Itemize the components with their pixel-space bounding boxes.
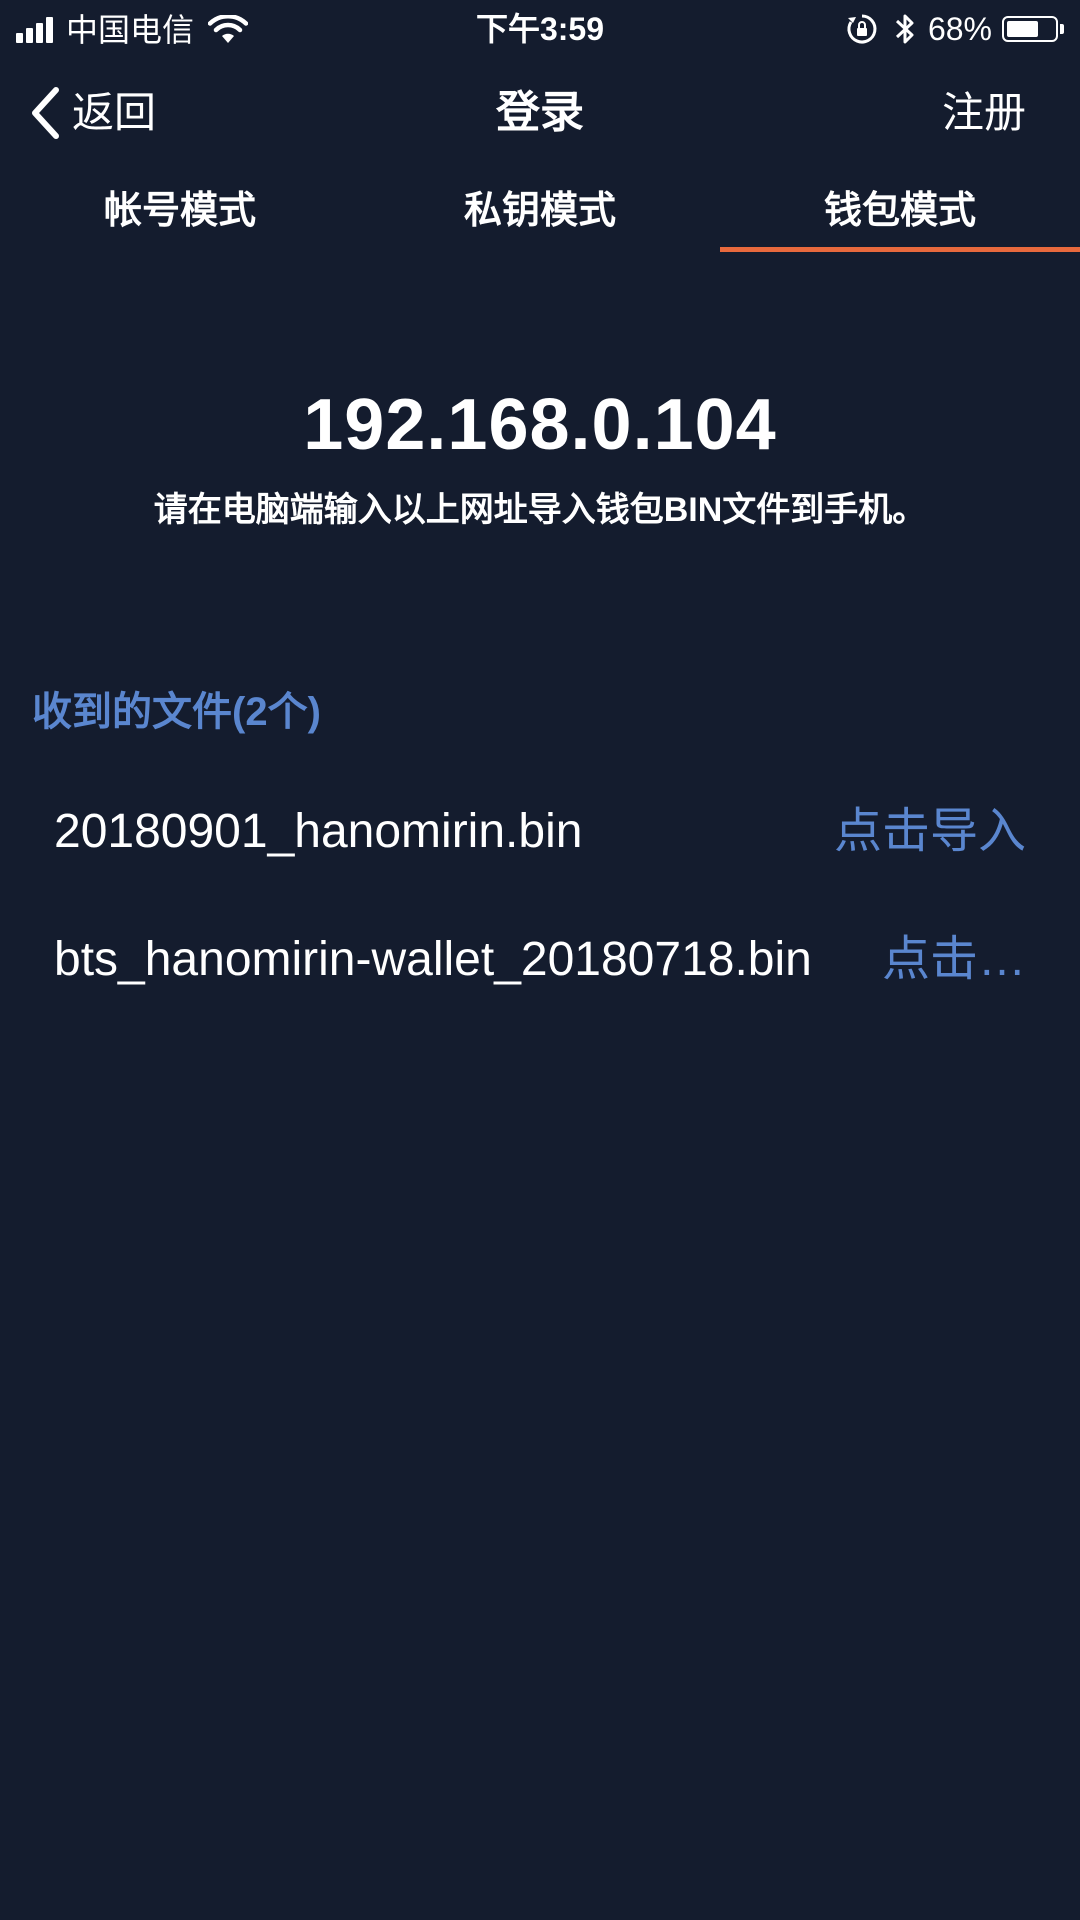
status-bar: 中国电信 下午3:59 68% <box>0 0 1080 58</box>
import-file-button[interactable]: 点击导入 <box>834 782 1026 882</box>
tab-wallet-mode[interactable]: 钱包模式 <box>720 170 1080 252</box>
tab-private-key-mode[interactable]: 私钥模式 <box>360 170 720 252</box>
import-file-button[interactable]: 点击… <box>882 910 1026 1010</box>
nav-bar: 返回 登录 注册 <box>0 70 1080 156</box>
tab-account-mode[interactable]: 帐号模式 <box>0 170 360 252</box>
back-label: 返回 <box>72 89 157 136</box>
received-files-title: 收到的文件(2个) <box>32 690 321 734</box>
battery-percent: 68% <box>927 11 992 47</box>
back-button[interactable]: 返回 <box>30 70 156 156</box>
chevron-left-icon <box>32 87 59 139</box>
bluetooth-icon <box>895 14 914 44</box>
file-name: bts_hanomirin-wallet_20180718.bin <box>54 933 812 986</box>
battery-icon <box>1002 16 1058 42</box>
battery-nub <box>1060 24 1064 34</box>
register-button[interactable]: 注册 <box>942 70 1026 156</box>
rotation-lock-icon <box>847 14 877 44</box>
import-hint: 请在电脑端输入以上网址导入钱包BIN文件到手机。 <box>153 491 927 529</box>
ip-address: 192.168.0.104 <box>303 385 777 465</box>
file-name: 20180901_hanomirin.bin <box>54 805 583 858</box>
file-row: 20180901_hanomirin.bin 点击导入 <box>0 782 1080 882</box>
login-mode-tabs: 帐号模式 私钥模式 钱包模式 <box>0 170 1080 252</box>
page-title: 登录 <box>496 88 584 137</box>
status-right: 68% <box>846 8 1064 50</box>
file-row: bts_hanomirin-wallet_20180718.bin 点击… <box>0 910 1080 1010</box>
battery-fill <box>1007 21 1038 37</box>
